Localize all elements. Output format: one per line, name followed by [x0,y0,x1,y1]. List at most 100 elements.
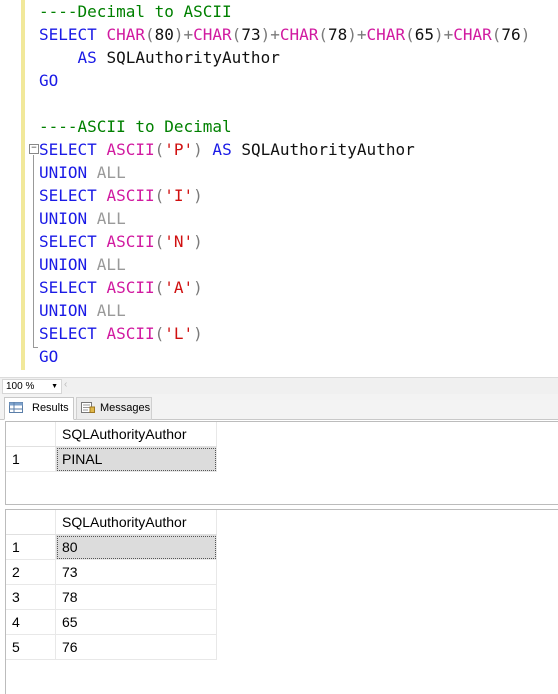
row-number[interactable]: 2 [6,559,56,585]
sql-code[interactable]: ----Decimal to ASCII SELECT CHAR(80)+CHAR… [39,0,530,368]
code-token: GO [39,347,59,366]
code-token: ) [193,278,203,297]
code-token: ( [154,186,165,205]
table-header-row: SQLAuthorityAuthor [6,422,217,447]
code-token: ASCII [106,140,155,159]
code-token: SELECT [39,25,107,44]
code-token: ) [193,324,203,343]
code-token: 'P' [164,140,194,159]
code-token: ( [154,140,165,159]
code-line: UNION ALL [39,207,530,230]
messages-icon [81,402,95,413]
code-token: SELECT [39,140,107,159]
row-number[interactable]: 5 [6,634,56,660]
code-token: 'I' [164,186,194,205]
code-token: )+ [347,25,367,44]
row-number[interactable]: 1 [6,534,56,560]
code-token: ( [154,324,165,343]
table-cell[interactable]: 65 [55,609,217,635]
code-token: ( [154,278,165,297]
code-token: ASCII [106,324,155,343]
zoom-select[interactable]: 100 % ▼ [2,379,62,394]
query-editor[interactable]: − ----Decimal to ASCII SELECT CHAR(80)+CH… [0,0,558,377]
code-token: )+ [173,25,194,44]
code-token: AS [77,48,107,67]
result-grid-2[interactable]: SQLAuthorityAuthor 1 80 2 73 3 78 4 65 5… [5,509,558,694]
code-token: ( [144,25,155,44]
column-header[interactable]: SQLAuthorityAuthor [55,510,217,535]
code-token: 73 [241,25,261,44]
scroll-left-icon[interactable]: ‹ [64,379,67,390]
collapse-region-icon[interactable]: − [29,144,39,154]
table-cell[interactable]: 73 [55,559,217,585]
column-header[interactable]: SQLAuthorityAuthor [55,422,217,447]
code-token: 78 [328,25,348,44]
code-line: ----Decimal to ASCII [39,0,530,23]
code-token: ( [154,232,165,251]
code-token: CHAR [279,25,319,44]
code-line: SELECT ASCII('N') [39,230,530,253]
code-token: ASCII [106,232,155,251]
code-token: UNION [39,163,97,182]
code-line: SELECT ASCII('L') [39,322,530,345]
result-table-1: SQLAuthorityAuthor 1 PINAL [6,422,217,472]
code-token: CHAR [453,25,492,44]
tab-messages[interactable]: Messages [76,397,152,420]
code-line: SELECT ASCII('A') [39,276,530,299]
code-token: ( [405,25,415,44]
code-token: ALL [96,301,126,320]
code-token: ) [193,140,203,159]
code-line: SELECT ASCII('P') AS SQLAuthorityAuthor [39,138,530,161]
change-indicator-bar [21,0,25,370]
table-cell[interactable]: 78 [55,584,217,610]
table-row[interactable]: 5 76 [6,634,217,660]
code-token: ( [318,25,329,44]
code-token: SQLAuthorityAuthor [241,140,415,159]
zoom-bar: 100 % ▼ ‹ [0,377,558,394]
code-token: )+ [433,25,454,44]
fold-guide-end [33,347,38,348]
results-tabstrip: Results Messages [0,394,558,420]
code-token: ) [520,25,531,44]
code-token: GO [39,71,59,90]
row-number[interactable]: 1 [6,446,56,472]
table-row[interactable]: 3 78 [6,584,217,610]
code-token: SELECT [39,232,107,251]
table-cell[interactable]: 80 [55,534,217,560]
result-table-2: SQLAuthorityAuthor 1 80 2 73 3 78 4 65 5… [6,510,217,660]
table-row[interactable]: 4 65 [6,609,217,635]
table-cell[interactable]: PINAL [55,446,217,472]
code-token: ) [193,232,203,251]
code-line: SELECT ASCII('I') [39,184,530,207]
zoom-value: 100 % [6,381,35,392]
code-line: UNION ALL [39,161,530,184]
code-line: GO [39,345,530,368]
table-cell[interactable]: 76 [55,634,217,660]
table-row[interactable]: 1 80 [6,534,217,560]
row-number[interactable]: 4 [6,609,56,635]
row-header-corner[interactable] [6,422,56,447]
table-header-row: SQLAuthorityAuthor [6,510,217,535]
code-token: CHAR [193,25,232,44]
table-row[interactable]: 1 PINAL [6,446,217,472]
fold-guide-line [33,155,34,348]
row-header-corner[interactable] [6,510,56,535]
result-grid-1[interactable]: SQLAuthorityAuthor 1 PINAL [5,421,558,505]
code-token: UNION [39,209,97,228]
code-token: ----ASCII to Decimal [39,117,232,136]
code-token: SELECT [39,324,107,343]
code-token: 'L' [164,324,194,343]
code-line: ----ASCII to Decimal [39,115,530,138]
row-number[interactable]: 3 [6,584,56,610]
tab-results[interactable]: Results [4,397,74,420]
code-token: 65 [414,25,434,44]
code-token: ALL [96,163,126,182]
tab-results-label: Results [32,402,69,414]
code-token: UNION [39,301,97,320]
code-token: SELECT [39,278,107,297]
code-token: )+ [260,25,280,44]
table-row[interactable]: 2 73 [6,559,217,585]
code-token: ----Decimal to ASCII [39,2,232,21]
code-token: 'N' [164,232,194,251]
